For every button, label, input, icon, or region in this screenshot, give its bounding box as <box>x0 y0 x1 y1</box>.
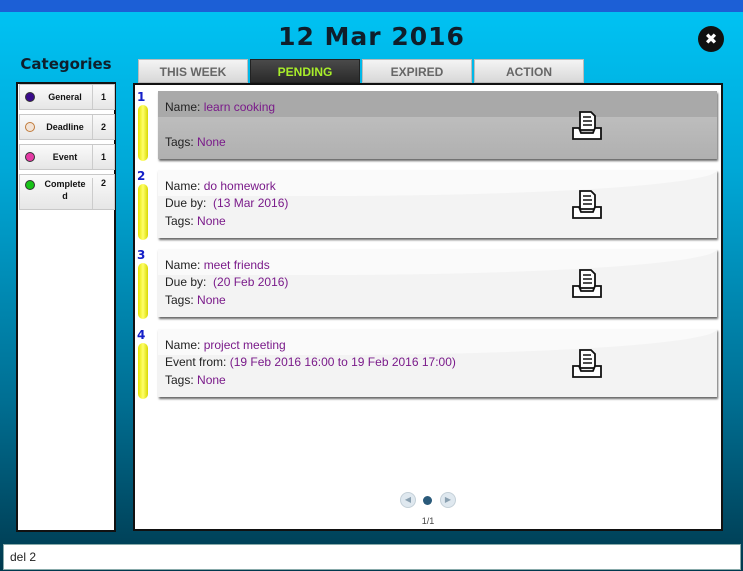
name-label: Name: <box>165 258 201 272</box>
general-color-dot-icon <box>25 92 35 102</box>
due-label: Due by: <box>165 275 207 289</box>
task-number: 3 <box>137 248 146 262</box>
task-card[interactable]: Name: meet friends Due by: (20 Feb 2016)… <box>158 249 717 317</box>
category-event[interactable]: Event 1 <box>19 144 115 170</box>
tab-expired[interactable]: EXPIRED <box>362 59 472 83</box>
task-tags: None <box>197 214 226 228</box>
task-due: (20 Feb 2016) <box>213 275 289 289</box>
category-count: 2 <box>92 178 114 209</box>
pager: ◀ ▶ <box>398 491 458 509</box>
task-name: meet friends <box>203 258 270 272</box>
category-label: Complete d <box>44 179 86 201</box>
task-indicator-bar <box>138 105 148 161</box>
top-bar <box>0 0 743 12</box>
tags-label: Tags: <box>165 373 194 387</box>
event-label: Event from: <box>165 355 227 369</box>
next-arrow-icon[interactable]: ▶ <box>440 492 456 508</box>
deadline-color-dot-icon <box>25 122 35 132</box>
task-tags: None <box>197 373 226 387</box>
category-label: General <box>48 92 82 102</box>
tags-label: Tags: <box>165 135 194 149</box>
inbox-document-icon[interactable] <box>570 267 604 301</box>
prev-arrow-icon[interactable]: ◀ <box>400 492 416 508</box>
inbox-document-icon[interactable] <box>570 188 604 222</box>
task-name: learn cooking <box>203 100 276 114</box>
task-card[interactable]: Name: project meeting Event from: (19 Fe… <box>158 329 717 397</box>
category-label: Event <box>52 152 78 162</box>
category-deadline[interactable]: Deadline 2 <box>19 114 115 140</box>
task-indicator-bar <box>138 263 148 319</box>
task-indicator-bar <box>138 184 148 240</box>
tab-this-week[interactable]: THIS WEEK <box>138 59 248 83</box>
tab-action[interactable]: ACTION <box>474 59 584 83</box>
inbox-document-icon[interactable] <box>570 347 604 381</box>
inbox-document-icon[interactable] <box>570 109 604 143</box>
categories-title: Categories <box>20 55 112 73</box>
page-count: 1/1 <box>421 516 435 526</box>
category-count: 1 <box>92 145 114 169</box>
categories-panel: General 1 Deadline 2 Event 1 Complete d … <box>16 82 116 532</box>
task-name: project meeting <box>203 338 286 352</box>
page-dot[interactable] <box>423 496 432 505</box>
tab-pending[interactable]: PENDING <box>250 59 360 83</box>
task-due: (13 Mar 2016) <box>213 196 289 210</box>
task-number: 1 <box>137 90 146 104</box>
task-number: 4 <box>137 328 146 342</box>
name-label: Name: <box>165 179 201 193</box>
tags-label: Tags: <box>165 293 194 307</box>
task-tags: None <box>197 135 226 149</box>
task-number: 2 <box>137 169 146 183</box>
task-name: do homework <box>203 179 276 193</box>
task-indicator-bar <box>138 343 148 399</box>
task-card[interactable]: Name: do homework Due by: (13 Mar 2016) … <box>158 170 717 238</box>
command-input[interactable]: del 2 <box>3 544 741 570</box>
category-completed[interactable]: Complete d 2 <box>19 174 115 210</box>
category-general[interactable]: General 1 <box>19 84 115 110</box>
due-label: Due by: <box>165 196 207 210</box>
task-event-time: (19 Feb 2016 16:00 to 19 Feb 2016 17:00) <box>229 355 456 369</box>
task-card[interactable]: Name: learn cooking Tags: None <box>158 91 717 159</box>
category-count: 2 <box>92 115 114 139</box>
close-icon[interactable]: ✖ <box>698 26 724 52</box>
category-count: 1 <box>92 85 114 109</box>
name-label: Name: <box>165 338 201 352</box>
name-label: Name: <box>165 100 201 114</box>
page-title: 12 Mar 2016 <box>278 22 465 51</box>
category-label: Deadline <box>46 122 84 132</box>
tags-label: Tags: <box>165 214 194 228</box>
task-list-panel: 1 Name: learn cooking Tags: None 2 Name:… <box>133 83 723 531</box>
completed-color-dot-icon <box>25 180 35 190</box>
event-color-dot-icon <box>25 152 35 162</box>
task-tags: None <box>197 293 226 307</box>
